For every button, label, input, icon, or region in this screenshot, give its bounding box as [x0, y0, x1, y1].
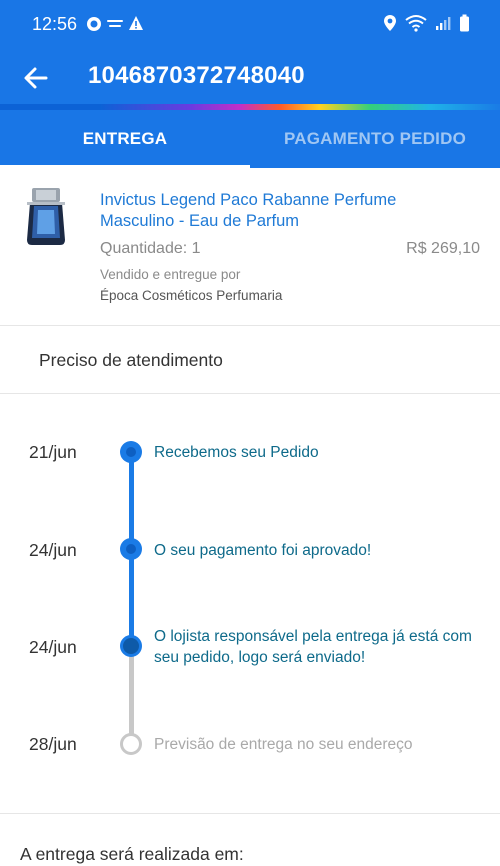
tab-entrega[interactable]: ENTREGA — [0, 110, 250, 168]
tab-bar: ENTREGA PAGAMENTO PEDIDO — [0, 110, 500, 168]
help-label[interactable]: Preciso de atendimento — [39, 350, 223, 371]
perfume-thumbnail — [27, 188, 65, 245]
product-quantity: Quantidade: 1 — [100, 240, 201, 257]
timeline-dot-pending — [120, 733, 142, 755]
alert-triangle-icon — [129, 16, 143, 30]
timeline-dot-done — [120, 538, 142, 560]
timeline-event: O lojista responsável pela entrega já es… — [154, 628, 472, 666]
location-icon — [384, 15, 396, 31]
timeline-date: 21/jun — [29, 442, 77, 462]
product-card[interactable]: Invictus Legend Paco Rabanne Perfume Mas… — [0, 168, 500, 326]
delivery-timeline: 21/jun Recebemos seu Pedido 24/jun O seu… — [0, 394, 500, 814]
chat-bubble-icon — [87, 17, 101, 31]
product-price: R$ 269,10 — [406, 240, 480, 257]
delivery-address-label: A entrega será realizada em: — [20, 844, 244, 864]
claro-icon — [107, 20, 123, 27]
seller-name: Época Cosméticos Perfumaria — [100, 288, 283, 303]
timeline-pending-line — [129, 646, 134, 744]
sold-by-label: Vendido e entregue por — [100, 267, 241, 282]
timeline-date: 28/jun — [29, 734, 77, 754]
timeline-event: O seu pagamento foi aprovado! — [154, 542, 372, 559]
battery-icon — [460, 14, 469, 32]
order-id-title: 1046870372748040 — [88, 62, 305, 89]
timeline-date: 24/jun — [29, 637, 77, 657]
arrow-left-icon[interactable] — [22, 64, 50, 92]
app-bar: 1046870372748040 — [0, 50, 500, 106]
tab-pagamento-pedido[interactable]: PAGAMENTO PEDIDO — [250, 110, 500, 168]
timeline-event: Previsão de entrega no seu endereço — [154, 736, 413, 753]
status-bar: 12:56 — [0, 0, 500, 50]
help-row[interactable]: Preciso de atendimento — [0, 326, 500, 394]
status-time: 12:56 — [32, 14, 78, 34]
delivery-address-section: A entrega será realizada em: — [0, 814, 500, 866]
signal-icon — [436, 17, 451, 30]
product-name[interactable]: Invictus Legend Paco Rabanne Perfume Mas… — [100, 190, 430, 232]
timeline-date: 24/jun — [29, 540, 77, 560]
timeline-dot-current — [120, 635, 142, 657]
timeline-dot-done — [120, 441, 142, 463]
wifi-icon — [405, 15, 427, 32]
timeline-event: Recebemos seu Pedido — [154, 444, 319, 461]
